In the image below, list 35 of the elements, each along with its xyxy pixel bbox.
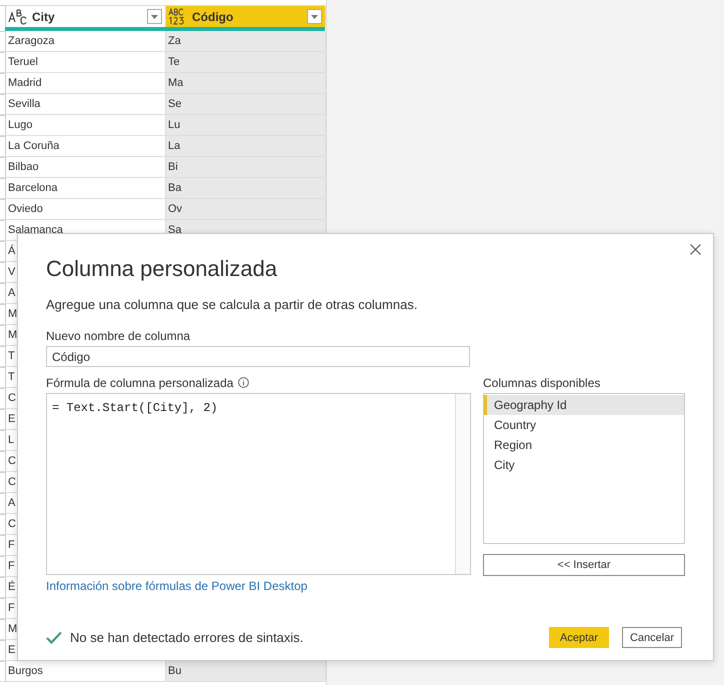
checkmark-icon xyxy=(46,631,62,644)
caret-icon xyxy=(311,14,318,18)
cancel-button[interactable]: Cancelar xyxy=(622,627,682,648)
table-cell: Ov xyxy=(168,203,182,215)
table-cell: Lu xyxy=(168,119,180,131)
caret-icon xyxy=(151,14,158,18)
column-title: Código xyxy=(192,10,234,24)
formula-editor[interactable]: = Text.Start([City], 2) xyxy=(46,393,471,575)
column-list-item[interactable]: City xyxy=(484,455,684,475)
insert-button[interactable]: << Insertar xyxy=(483,554,685,576)
text-type-icon xyxy=(8,8,28,24)
table-cell: Te xyxy=(168,56,180,68)
table-cell: La xyxy=(168,140,180,152)
table-cell: Ma xyxy=(168,77,184,89)
column-header[interactable]: Código xyxy=(166,5,326,27)
column-header[interactable]: City xyxy=(6,5,166,27)
column-title: City xyxy=(32,10,56,24)
table-cell: Sa xyxy=(168,224,182,236)
column-name-field[interactable]: Código xyxy=(46,346,470,367)
filter-dropdown-button[interactable] xyxy=(147,9,162,24)
filter-dropdown-button[interactable] xyxy=(307,9,322,24)
accept-button[interactable]: Aceptar xyxy=(549,627,609,648)
table-cell: Se xyxy=(168,98,182,110)
column-list-item[interactable]: Country xyxy=(484,415,684,435)
column-list-item[interactable]: Geography Id xyxy=(484,395,684,415)
table-cell: Bi xyxy=(168,161,178,173)
scrollbar[interactable] xyxy=(455,394,470,574)
table-cell: Za xyxy=(168,35,181,47)
close-button[interactable] xyxy=(688,242,703,257)
table-cell: Ba xyxy=(168,182,182,194)
info-icon xyxy=(238,377,250,388)
field-label: Columnas disponibles xyxy=(483,375,602,390)
table-cell: Bu xyxy=(168,665,182,677)
column-list-item[interactable]: Region xyxy=(484,435,684,455)
close-icon xyxy=(690,244,701,255)
